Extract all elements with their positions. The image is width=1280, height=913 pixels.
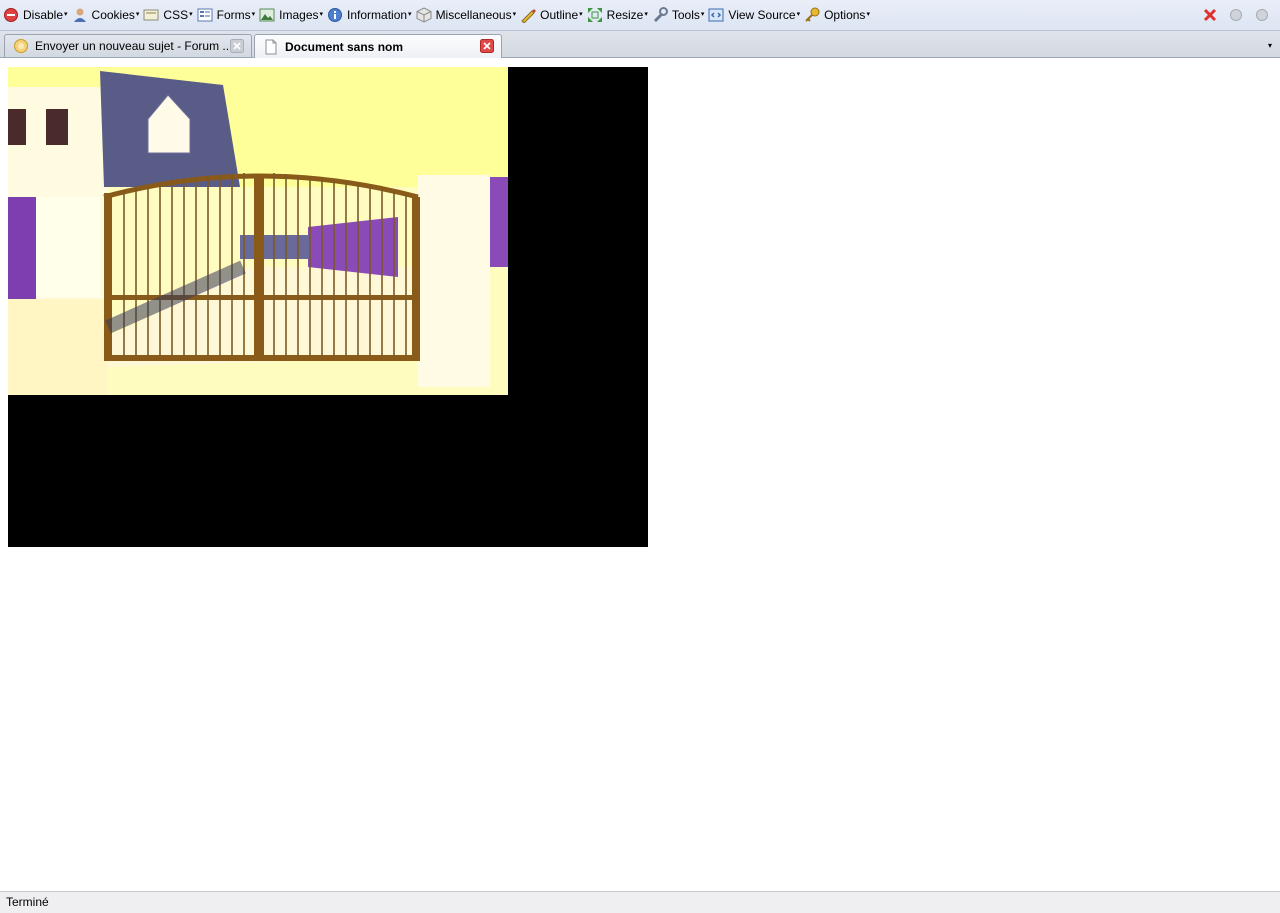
toolbar-forms-menu[interactable]: Forms ▾	[196, 4, 259, 26]
chevron-down-icon: ▾	[189, 11, 193, 18]
tools-icon	[653, 7, 668, 23]
miscellaneous-icon	[416, 7, 432, 23]
page-content	[0, 59, 1280, 891]
close-tab-icon[interactable]	[480, 39, 494, 53]
outline-icon	[521, 9, 537, 23]
toolbar-view-source-menu[interactable]: View Source ▾	[707, 4, 803, 26]
toolbar-item-label: Forms	[216, 8, 251, 22]
view-source-icon	[708, 8, 724, 22]
toolbar-disable-menu[interactable]: Disable ▾	[2, 4, 71, 26]
images-icon	[259, 8, 275, 22]
toolbar-window-controls	[1192, 7, 1270, 23]
toolbar-css-menu[interactable]: CSS ▾	[142, 4, 195, 26]
chevron-down-icon: ▾	[644, 11, 648, 18]
options-icon	[805, 7, 820, 22]
web-developer-toolbar: Disable ▾ Cookies ▾ CSS ▾ Forms ▾ Images…	[0, 0, 1280, 31]
information-icon	[328, 8, 343, 22]
gate-photo	[8, 67, 508, 395]
chevron-down-icon: ▾	[700, 11, 705, 18]
forms-icon	[197, 8, 213, 22]
toolbar-item-label: View Source	[728, 8, 796, 22]
chevron-down-icon: ▾	[512, 11, 517, 18]
chevron-down-icon: ▾	[796, 11, 801, 18]
toolbar-item-label: Information	[347, 8, 408, 22]
tab-forum[interactable]: Envoyer un nouveau sujet - Forum ...	[4, 34, 252, 57]
tab-strip: Envoyer un nouveau sujet - Forum ... Doc…	[0, 31, 1280, 58]
toolbar-miscellaneous-menu[interactable]: Miscellaneous ▾	[415, 4, 520, 26]
toolbar-item-label: Images	[279, 8, 319, 22]
document-icon	[265, 39, 277, 54]
status-indicator-icon[interactable]	[1228, 7, 1244, 23]
disable-icon	[4, 8, 18, 22]
toolbar-item-label: Miscellaneous	[435, 8, 512, 22]
toolbar-information-menu[interactable]: Information ▾	[326, 4, 415, 26]
chevron-down-icon: ▾	[251, 11, 256, 18]
chevron-down-icon: ▾	[319, 11, 324, 18]
close-toolbar-icon[interactable]	[1202, 7, 1218, 23]
toolbar-tools-menu[interactable]: Tools ▾	[651, 4, 708, 26]
tab-label: Document sans nom	[285, 39, 404, 54]
tab-document[interactable]: Document sans nom	[254, 34, 502, 58]
list-all-tabs-button[interactable]: ▾	[1260, 34, 1280, 57]
image-container	[8, 67, 648, 547]
toolbar-images-menu[interactable]: Images ▾	[258, 4, 326, 26]
chevron-down-icon: ▾	[866, 11, 870, 18]
chevron-down-icon: ▾	[64, 11, 68, 18]
chevron-down-icon: ▾	[408, 11, 412, 18]
toolbar-item-label: Cookies	[91, 8, 135, 22]
status-text: Terminé	[6, 895, 49, 909]
resize-icon	[587, 8, 602, 22]
toolbar-item-label: Tools	[671, 8, 700, 22]
toolbar-outline-menu[interactable]: Outline ▾	[519, 4, 586, 26]
toolbar-options-menu[interactable]: Options ▾	[803, 4, 873, 26]
loading-favicon-icon	[14, 39, 28, 53]
toolbar-item-label: Outline	[540, 8, 579, 22]
close-tab-icon[interactable]	[230, 39, 244, 53]
toolbar-resize-menu[interactable]: Resize ▾	[586, 4, 651, 26]
chevron-down-icon: ▾	[135, 11, 140, 18]
cookies-icon	[73, 8, 86, 22]
toolbar-item-label: Disable	[23, 8, 64, 22]
toolbar-item-label: CSS	[163, 8, 189, 22]
toolbar-item-label: Options	[824, 8, 866, 22]
toolbar-cookies-menu[interactable]: Cookies ▾	[71, 4, 143, 26]
css-icon	[143, 9, 159, 21]
status-indicator-icon[interactable]	[1254, 7, 1270, 23]
tab-label: Envoyer un nouveau sujet - Forum ...	[35, 39, 231, 53]
chevron-down-icon: ▾	[579, 11, 583, 18]
toolbar-item-label: Resize	[606, 8, 644, 22]
status-bar: Terminé	[0, 891, 1280, 913]
